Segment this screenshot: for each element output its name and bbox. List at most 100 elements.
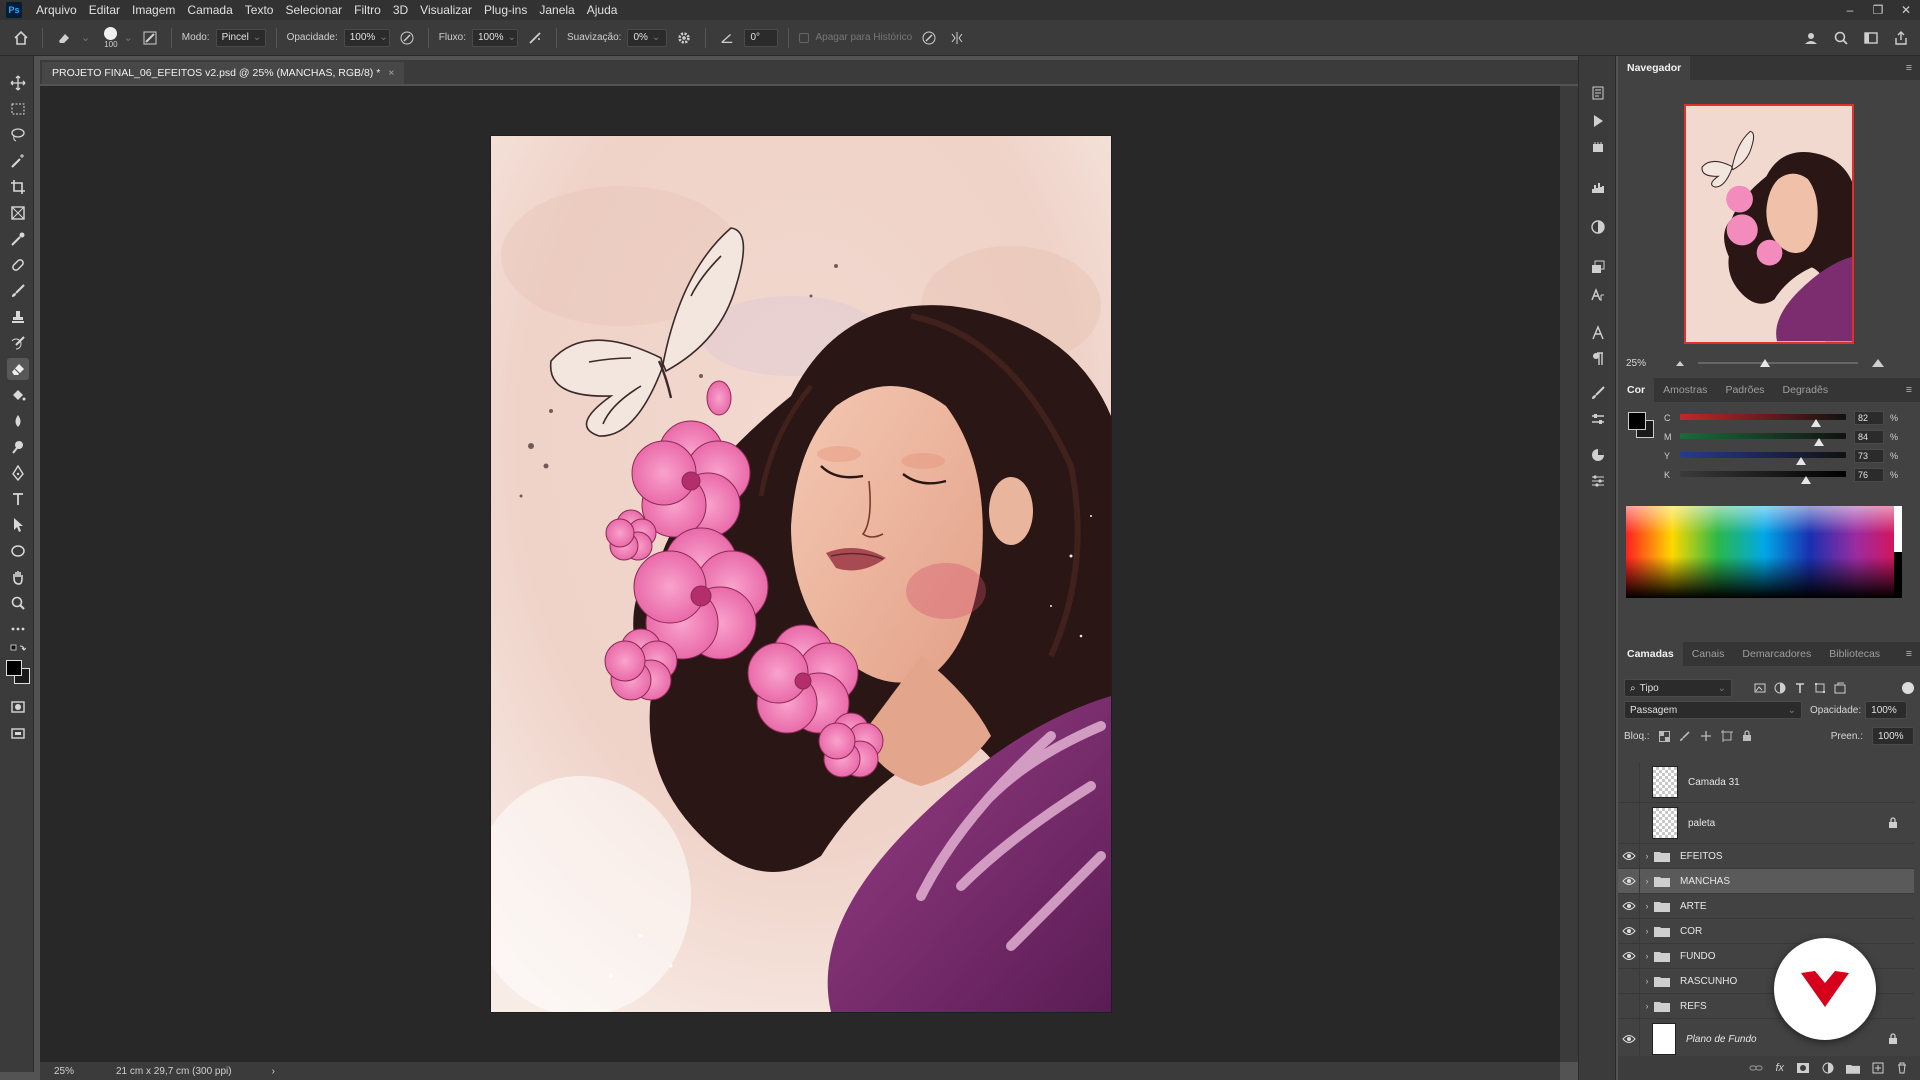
lock-pixels-icon[interactable] [1679,730,1691,742]
erase-history-checkbox[interactable] [799,32,810,43]
tab-amostras[interactable]: Amostras [1654,378,1716,402]
visibility-toggle-empty[interactable] [1618,803,1640,843]
panel-menu-icon[interactable]: ≡ [1898,378,1920,402]
channel-k-knob[interactable] [1801,476,1812,484]
fill-field[interactable]: 100% [1872,727,1914,745]
channel-k-slider[interactable] [1680,471,1846,477]
foreground-color-chip[interactable] [1628,412,1646,430]
clone-stamp-tool-icon[interactable] [7,306,29,328]
channel-c-knob[interactable] [1811,419,1822,427]
menu-editar[interactable]: Editar [83,0,126,20]
swap-colors-icon[interactable] [7,642,29,658]
menu-camada[interactable]: Camada [181,0,238,20]
brush-tool-icon[interactable] [7,280,29,302]
layer-group-cor[interactable]: › COR [1618,919,1914,944]
lock-all-icon[interactable] [1742,730,1752,742]
zoom-slider-knob[interactable] [1760,359,1770,367]
move-tool-icon[interactable] [7,72,29,94]
search-icon[interactable] [1830,27,1852,49]
lock-artboard-icon[interactable] [1720,730,1733,742]
symmetry-icon[interactable] [946,27,968,49]
chevron-right-icon[interactable]: › [1640,976,1654,986]
filter-smart-object-icon[interactable] [1834,682,1846,694]
workspace-icon[interactable] [1860,27,1882,49]
navigator-preview[interactable] [1684,104,1854,344]
navigator-zoom-slider[interactable] [1698,359,1858,367]
eye-icon[interactable] [1618,944,1640,968]
zoom-level-field[interactable]: 25% [54,1066,104,1077]
properties-panel-icon[interactable] [1587,408,1609,430]
crop-tool-icon[interactable] [7,176,29,198]
vertical-scrollbar[interactable] [1560,86,1578,1062]
menu-arquivo[interactable]: Arquivo [30,0,83,20]
menu-filtro[interactable]: Filtro [348,0,387,20]
new-group-icon[interactable] [1846,1063,1860,1074]
channel-y-knob[interactable] [1796,457,1807,465]
tab-camadas[interactable]: Camadas [1618,642,1683,666]
menu-janela[interactable]: Janela [533,0,580,20]
visibility-toggle-empty[interactable] [1618,969,1640,993]
menu-imagem[interactable]: Imagem [126,0,181,20]
quick-mask-icon[interactable] [7,696,29,718]
chevron-right-icon[interactable]: › [1640,1001,1654,1011]
close-tab-icon[interactable]: × [388,67,394,79]
eye-icon[interactable] [1618,1019,1640,1059]
adjustments-panel-icon[interactable] [1587,216,1609,238]
tab-padroes[interactable]: Padrões [1716,378,1773,402]
brush-settings-icon[interactable] [139,27,161,49]
mode-select[interactable]: Pincel ⌄ [215,28,266,47]
visibility-toggle-empty[interactable] [1618,994,1640,1018]
healing-brush-tool-icon[interactable] [7,254,29,276]
paint-bucket-tool-icon[interactable] [7,384,29,406]
menu-plug-ins[interactable]: Plug-ins [478,0,533,20]
menu-visualizar[interactable]: Visualizar [414,0,478,20]
marquee-tool-icon[interactable] [7,98,29,120]
frame-tool-icon[interactable] [7,202,29,224]
color-spectrum-ramp[interactable] [1626,506,1902,598]
eye-icon[interactable] [1618,869,1640,893]
fx-icon[interactable]: fx [1775,1062,1784,1074]
navigator-zoom-value[interactable]: 25% [1626,358,1666,369]
white-swatch[interactable] [1894,506,1902,552]
actions-play-icon[interactable] [1587,110,1609,132]
chevron-right-icon[interactable]: › [1640,876,1654,886]
hand-tool-icon[interactable] [7,566,29,588]
tab-demarcadores[interactable]: Demarcadores [1733,642,1820,666]
lock-position-icon[interactable] [1700,730,1712,742]
document-tab[interactable]: PROJETO FINAL_06_EFEITOS v2.psd @ 25% (M… [42,62,405,84]
menu-texto[interactable]: Texto [239,0,280,20]
add-mask-icon[interactable] [1796,1062,1810,1074]
zoom-in-icon[interactable] [1870,357,1886,369]
filter-type-icon[interactable] [1794,682,1806,694]
new-layer-icon[interactable] [1872,1062,1884,1074]
screen-mode-icon[interactable] [7,722,29,744]
ellipse-tool-icon[interactable] [7,540,29,562]
blend-mode-select[interactable]: Passagem ⌄ [1624,701,1802,719]
close-window-icon[interactable]: ✕ [1892,0,1920,20]
lasso-tool-icon[interactable] [7,124,29,146]
opacity-field[interactable]: 100% ⌄ [343,28,390,47]
layer-group-manchas[interactable]: › MANCHAS [1618,869,1914,894]
eye-icon[interactable] [1618,919,1640,943]
tab-navigator[interactable]: Navegador [1618,56,1691,80]
zoom-out-icon[interactable] [1674,358,1686,368]
tab-cor[interactable]: Cor [1618,378,1655,402]
channel-c-value[interactable]: 82 [1854,411,1884,425]
filter-toggle-icon[interactable] [1902,682,1914,694]
menu-3d[interactable]: 3D [387,0,414,20]
pressure-opacity-icon[interactable] [396,27,418,49]
pen-tool-icon[interactable] [7,462,29,484]
glyphs-panel-icon[interactable] [1587,136,1609,158]
black-swatch[interactable] [1894,552,1902,598]
chevron-right-icon[interactable]: › [1640,951,1654,961]
chevron-down-icon[interactable]: ⌄ [81,31,90,44]
blur-tool-icon[interactable] [7,410,29,432]
chevron-right-icon[interactable]: › [1640,901,1654,911]
eraser-tool-icon[interactable] [7,358,29,380]
chevron-right-icon[interactable]: › [1640,851,1654,861]
color-wheel-icon[interactable] [1587,444,1609,466]
tab-degrades[interactable]: Degradês [1774,378,1838,402]
character-panel-icon[interactable] [1587,284,1609,306]
brush-size-picker[interactable]: 100 [104,26,118,49]
history-brush-tool-icon[interactable] [7,332,29,354]
